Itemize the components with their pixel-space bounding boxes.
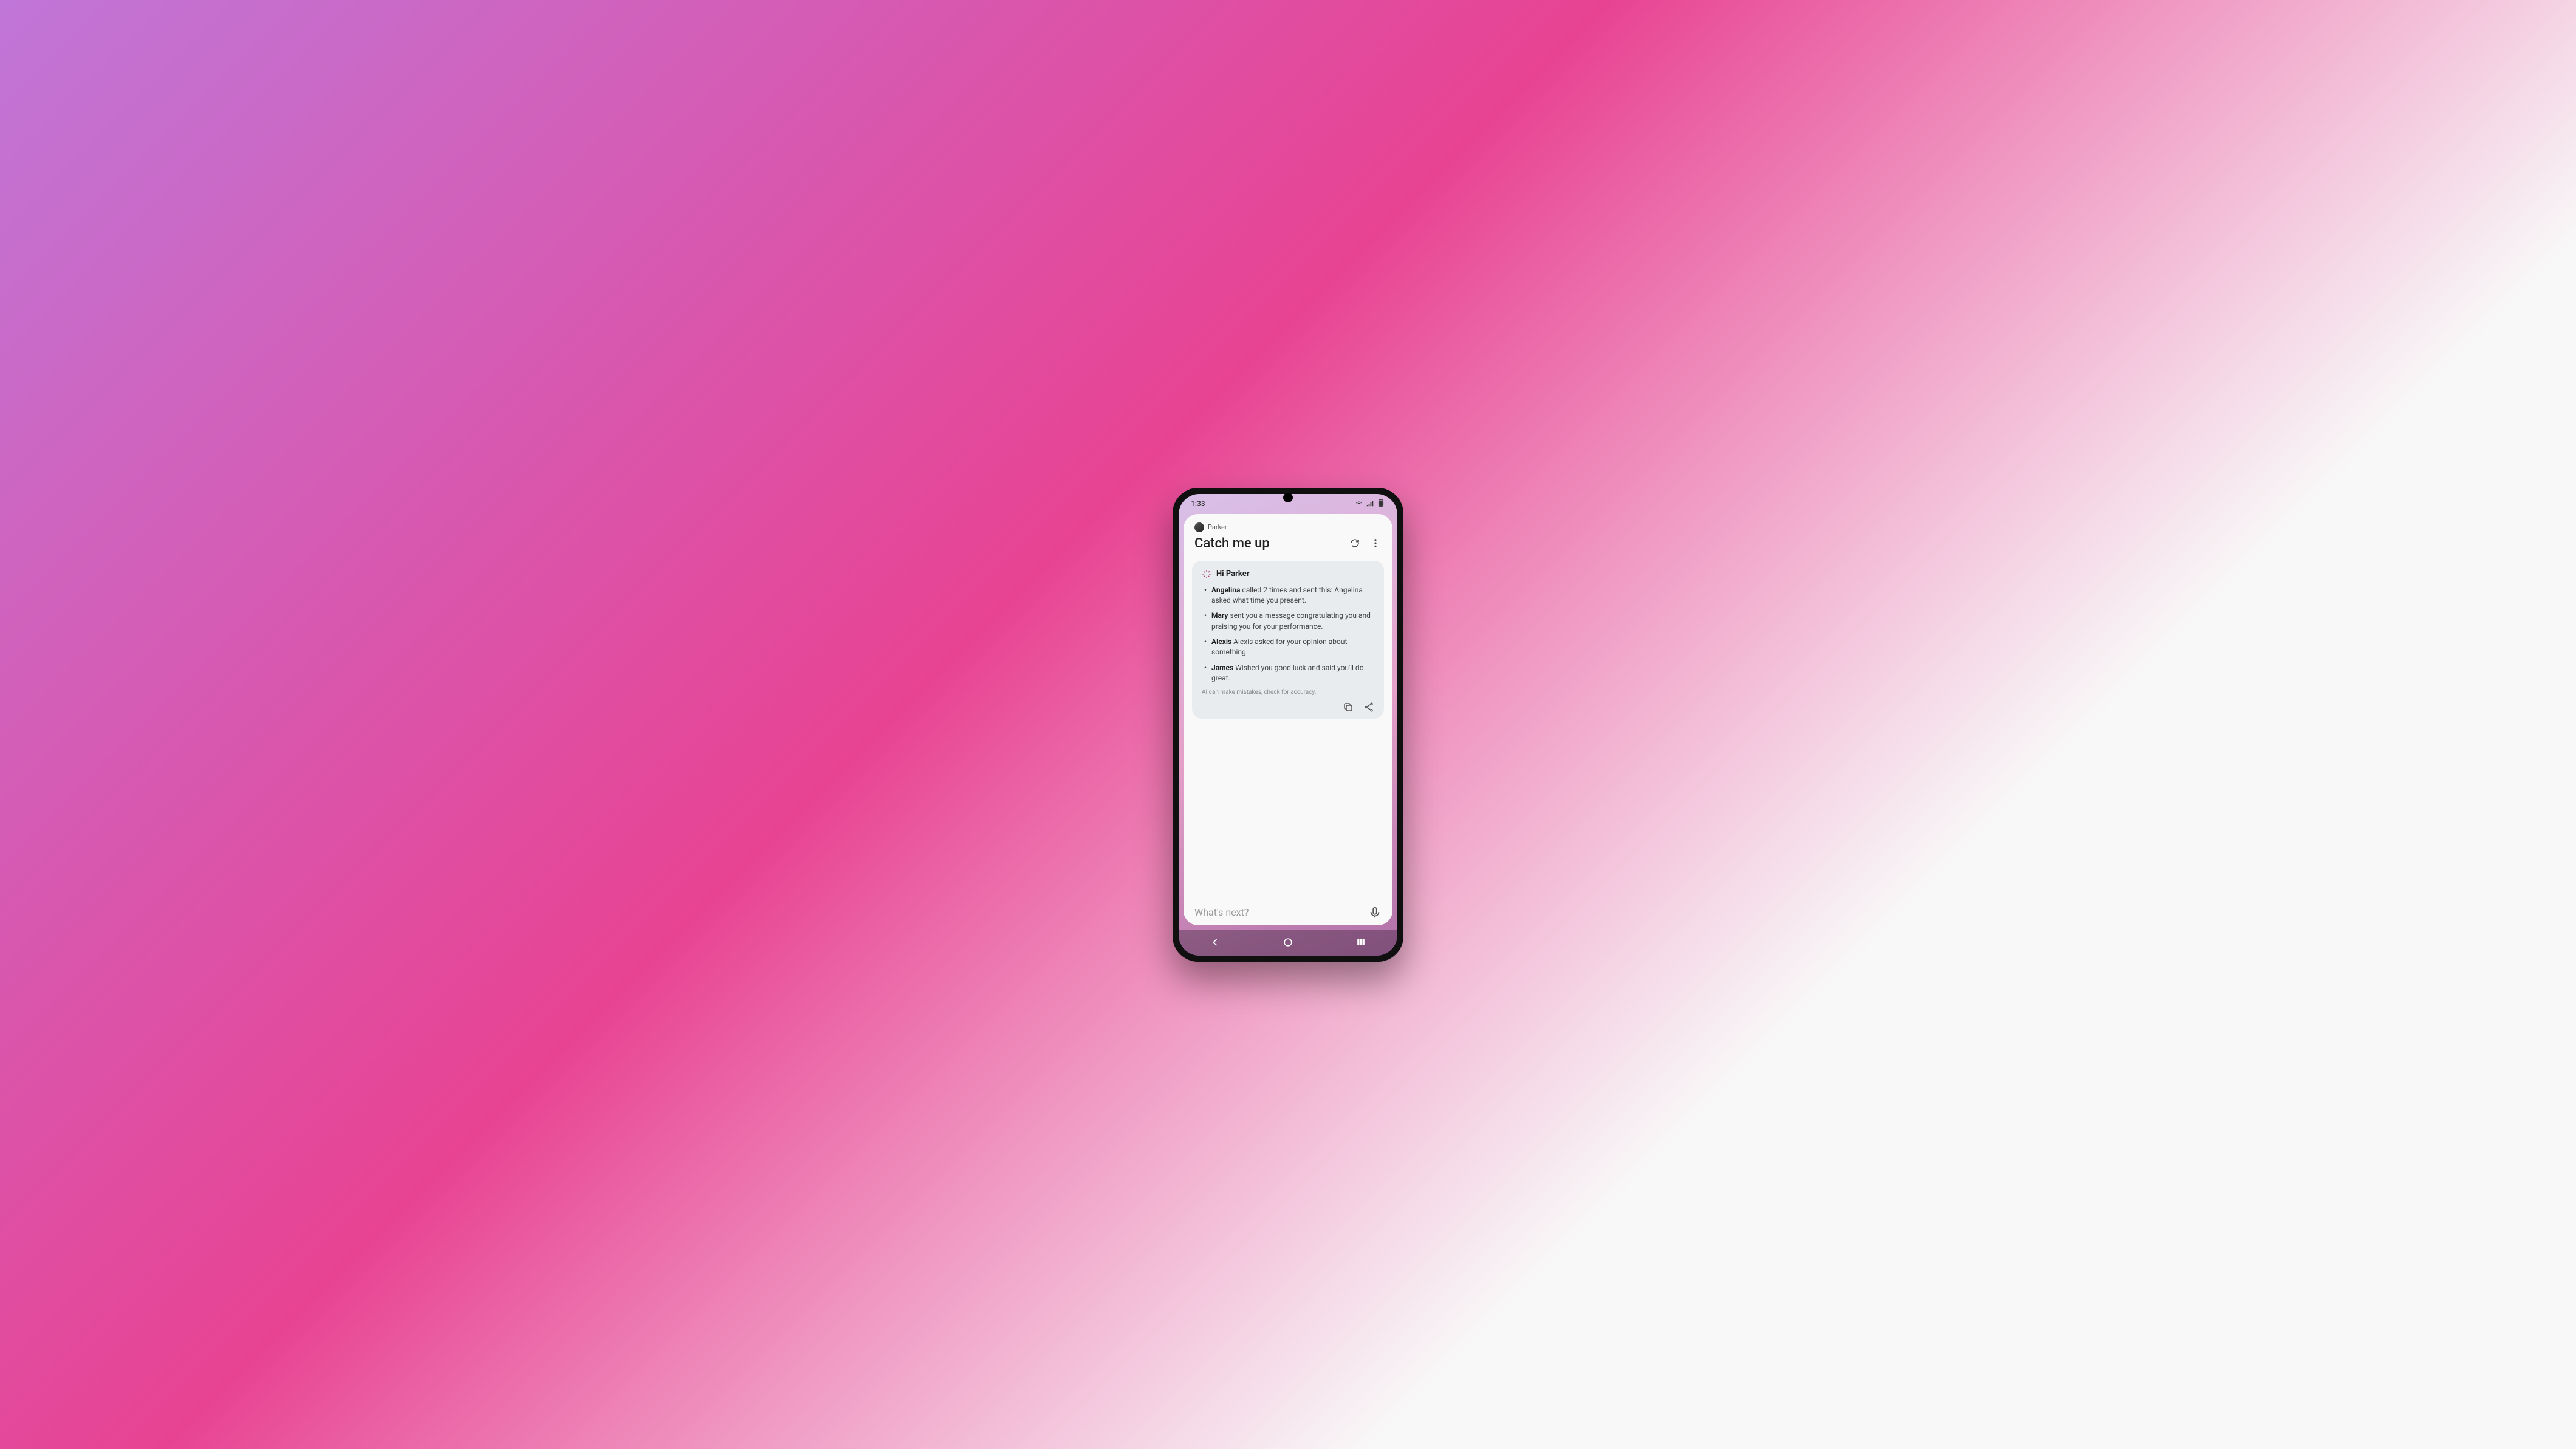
page-title: Catch me up <box>1194 536 1270 551</box>
contact-name: Mary <box>1211 611 1228 620</box>
microphone-button[interactable] <box>1368 906 1382 919</box>
nav-back-button[interactable] <box>1207 934 1224 951</box>
nav-recent-button[interactable] <box>1352 934 1369 951</box>
summary-item: James Wished you good luck and said you'… <box>1204 663 1374 684</box>
ai-disclaimer: AI can make mistakes, check for accuracy… <box>1202 689 1374 696</box>
copy-button[interactable] <box>1343 702 1354 713</box>
summary-item-text: sent you a message congratulating you an… <box>1211 611 1371 630</box>
summary-item: Angelina called 2 times and sent this: A… <box>1204 585 1374 606</box>
avatar <box>1194 522 1204 532</box>
camera-notch <box>1283 493 1293 502</box>
app-card: Parker Catch me up <box>1184 514 1392 925</box>
nav-home-button[interactable] <box>1279 934 1297 951</box>
summary-item-text: Wished you good luck and said you'll do … <box>1211 663 1364 682</box>
summary-card: Hi Parker Angelina called 2 times and se… <box>1192 561 1384 719</box>
summary-item: Mary sent you a message congratulating y… <box>1204 611 1374 632</box>
ai-sparkle-icon <box>1202 569 1211 579</box>
user-name-label: Parker <box>1208 523 1227 531</box>
card-header: Parker Catch me up <box>1184 514 1392 557</box>
summary-item: Alexis Alexis asked for your opinion abo… <box>1204 637 1374 658</box>
signal-icon <box>1366 499 1374 509</box>
user-row[interactable]: Parker <box>1194 522 1382 532</box>
screen: 1:33 Parker Catch me up <box>1179 494 1397 956</box>
wifi-icon <box>1355 499 1363 509</box>
greeting-text: Hi Parker <box>1216 569 1249 578</box>
more-options-button[interactable] <box>1369 537 1382 549</box>
navigation-bar <box>1179 930 1397 956</box>
phone-frame: 1:33 Parker Catch me up <box>1173 488 1403 962</box>
summary-item-text: Alexis asked for your opinion about some… <box>1211 637 1347 656</box>
share-button[interactable] <box>1363 702 1374 713</box>
contact-name: Alexis <box>1211 637 1231 646</box>
refresh-button[interactable] <box>1349 537 1361 549</box>
status-icons <box>1355 499 1385 509</box>
summary-list: Angelina called 2 times and sent this: A… <box>1202 585 1374 684</box>
battery-icon <box>1377 499 1385 509</box>
input-placeholder: What's next? <box>1194 906 1368 918</box>
contact-name: Angelina <box>1211 586 1240 594</box>
input-bar[interactable]: What's next? <box>1184 897 1392 925</box>
status-time: 1:33 <box>1191 499 1205 508</box>
contact-name: James <box>1211 663 1233 672</box>
